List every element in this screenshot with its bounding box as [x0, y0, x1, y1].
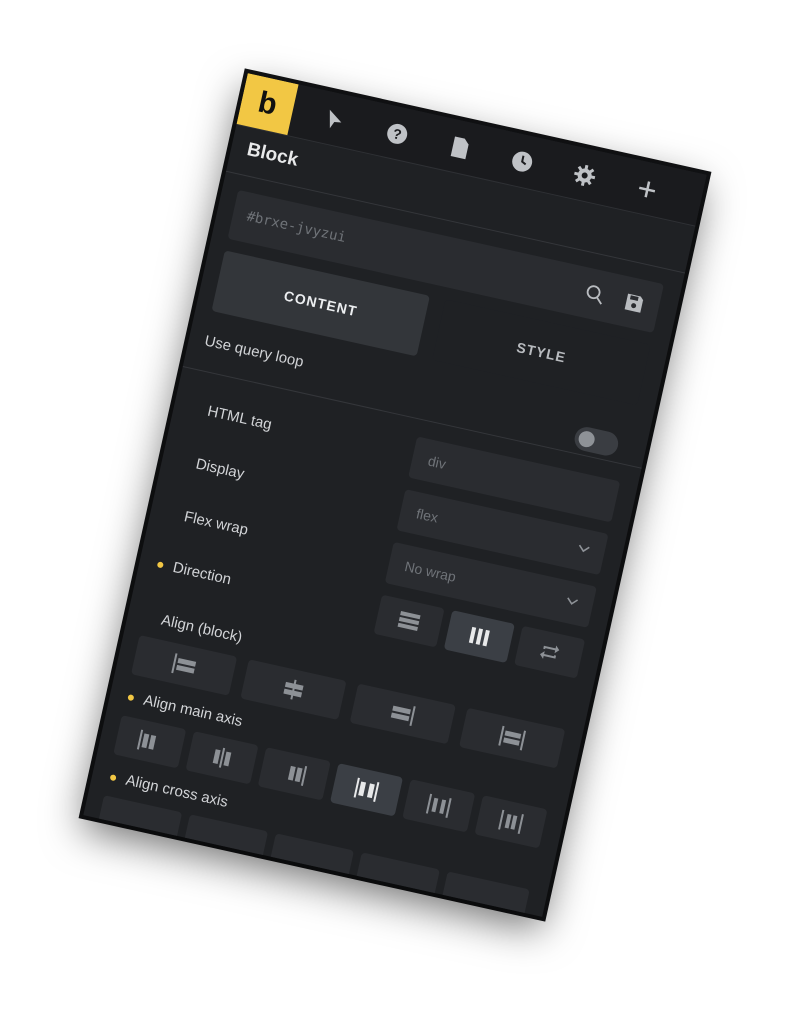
set-indicator-dot: [109, 774, 117, 782]
justify-space-evenly-button[interactable]: [474, 795, 548, 849]
toggle-knob: [577, 429, 597, 449]
justify-end-button[interactable]: [257, 747, 331, 801]
justify-center-button[interactable]: [185, 731, 259, 785]
align-block-label: Align (block): [159, 611, 244, 647]
align-block-center-button[interactable]: [240, 659, 347, 720]
set-indicator-dot: [156, 561, 164, 569]
align-block-stretch-button[interactable]: [459, 707, 566, 769]
save-icon[interactable]: [621, 290, 647, 316]
chevron-down-icon: [561, 591, 582, 612]
query-loop-label: Use query loop: [203, 332, 306, 371]
cursor-icon[interactable]: [319, 105, 350, 136]
top-toolbar: b ?: [236, 73, 707, 227]
justify-space-around-button[interactable]: [402, 779, 476, 833]
align-block-start-button[interactable]: [130, 635, 238, 696]
direction-column-button[interactable]: [443, 610, 515, 664]
help-icon[interactable]: ?: [382, 118, 413, 149]
settings-icon[interactable]: [569, 160, 600, 191]
align-items-start-button[interactable]: [95, 795, 183, 852]
brand-logo[interactable]: b: [236, 73, 299, 136]
html-tag-value: div: [426, 452, 448, 473]
screenshot-stage: b ? Block #brxe-jvyzui CONTENT STYLE Use…: [0, 0, 792, 1024]
history-icon[interactable]: [507, 146, 538, 177]
display-label: Display: [194, 455, 246, 483]
align-items-stretch-button[interactable]: [353, 852, 440, 909]
html-tag-label: HTML tag: [205, 402, 274, 434]
direction-reverse-button[interactable]: [514, 625, 586, 679]
align-block-end-button[interactable]: [349, 683, 456, 745]
panel-title: Block: [245, 139, 301, 171]
display-value: flex: [414, 505, 440, 526]
set-indicator-dot: [127, 694, 135, 702]
query-loop-toggle[interactable]: [572, 424, 621, 458]
chevron-down-icon: [573, 538, 594, 559]
align-items-baseline-button[interactable]: [439, 871, 530, 917]
page-icon[interactable]: [444, 132, 475, 163]
justify-space-between-button[interactable]: [329, 763, 404, 817]
direction-row-button[interactable]: [373, 594, 445, 648]
flex-wrap-label: Flex wrap: [182, 508, 250, 539]
direction-label: Direction: [171, 558, 233, 589]
flex-wrap-value: No wrap: [403, 558, 458, 585]
align-items-end-button[interactable]: [267, 833, 355, 890]
builder-panel: b ? Block #brxe-jvyzui CONTENT STYLE Use…: [83, 73, 707, 917]
align-items-center-button[interactable]: [181, 814, 269, 871]
justify-start-button[interactable]: [113, 715, 187, 769]
plus-icon[interactable]: [632, 174, 663, 205]
element-id-text: #brxe-jvyzui: [245, 208, 348, 247]
search-icon[interactable]: [582, 281, 608, 307]
